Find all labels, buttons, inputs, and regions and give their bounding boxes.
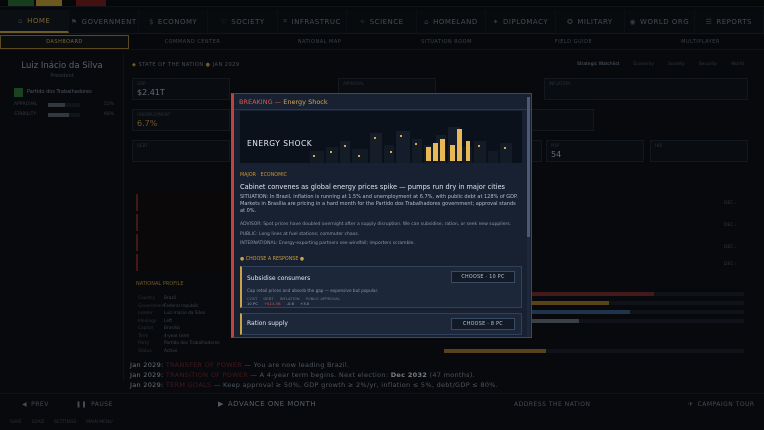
situation-text: SITUATION: In Brazil, inflation is runni… [240,194,518,214]
hero-title: ENERGY SHOCK [247,139,313,148]
choose-button[interactable]: CHOOSE · 8 PC [451,318,515,330]
response-desc: Cap retail prices and absorb the gap — e… [247,288,379,293]
international-text: INTERNATIONAL: Energy-exporting partners… [240,241,415,246]
event-modal: BREAKING — Energy Shock ENERGY SHOCK MAJ… [231,93,532,338]
modal-header: BREAKING — Energy Shock [234,94,531,110]
modal-title: BREAKING — Energy Shock [239,98,328,106]
choose-button[interactable]: CHOOSE · 10 PC [451,271,515,283]
event-tags: MAJOR · ECONOMIC [240,173,287,178]
response-option[interactable]: Subsidise consumers CHOOSE · 10 PC Cap r… [240,266,522,308]
response-option[interactable]: Ration supply CHOOSE · 8 PC [240,313,522,335]
skyline-illustration [240,111,522,163]
response-header: ● CHOOSE A RESPONSE ● [240,257,305,262]
response-name: Ration supply [247,320,288,327]
advisor-text: ADVISOR: Spot prices have doubled overni… [240,222,512,227]
response-name: Subsidise consumers [247,275,311,282]
modal-scrollbar[interactable] [527,97,530,337]
event-hero-image: ENERGY SHOCK [240,111,522,163]
event-headline: Cabinet convenes as global energy prices… [240,183,505,191]
response-stat-values: 10 PC +$14.5B -0.6 +3.0 [247,301,310,306]
public-text: PUBLIC: Long lines at fuel stations; com… [240,232,360,237]
